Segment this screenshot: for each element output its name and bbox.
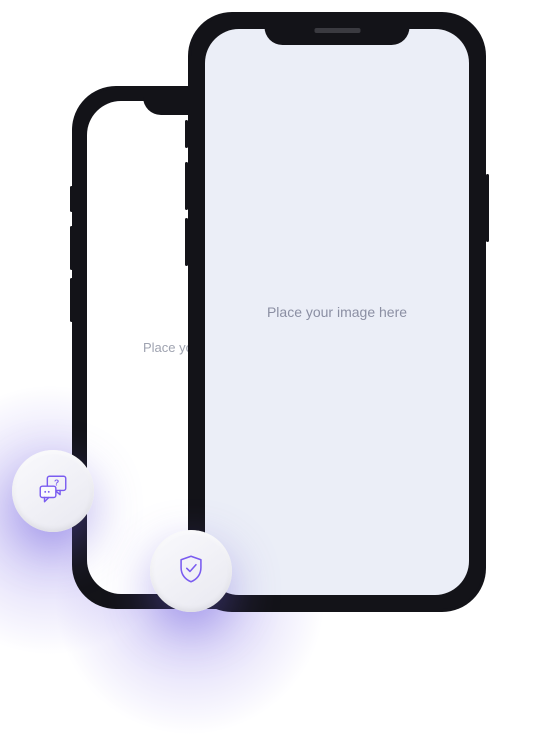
phone-notch (265, 15, 410, 45)
phone-button (70, 278, 73, 322)
phone-mockup-front: Place your image here (188, 12, 486, 612)
shield-check-icon (174, 552, 208, 591)
phone-button (70, 186, 73, 212)
phone-button (486, 174, 489, 242)
phone-button (70, 226, 73, 270)
chat-badge: ? (12, 450, 94, 532)
phone-button (185, 162, 188, 210)
phone-screen: Place your image here (205, 29, 469, 595)
phone-button (185, 218, 188, 266)
phone-bezel: Place your image here (191, 15, 483, 609)
speaker-icon (314, 28, 360, 33)
shield-badge (150, 530, 232, 612)
chat-question-icon: ? (36, 472, 70, 511)
placeholder-text: Place your image here (267, 304, 407, 320)
phone-button (185, 120, 188, 148)
